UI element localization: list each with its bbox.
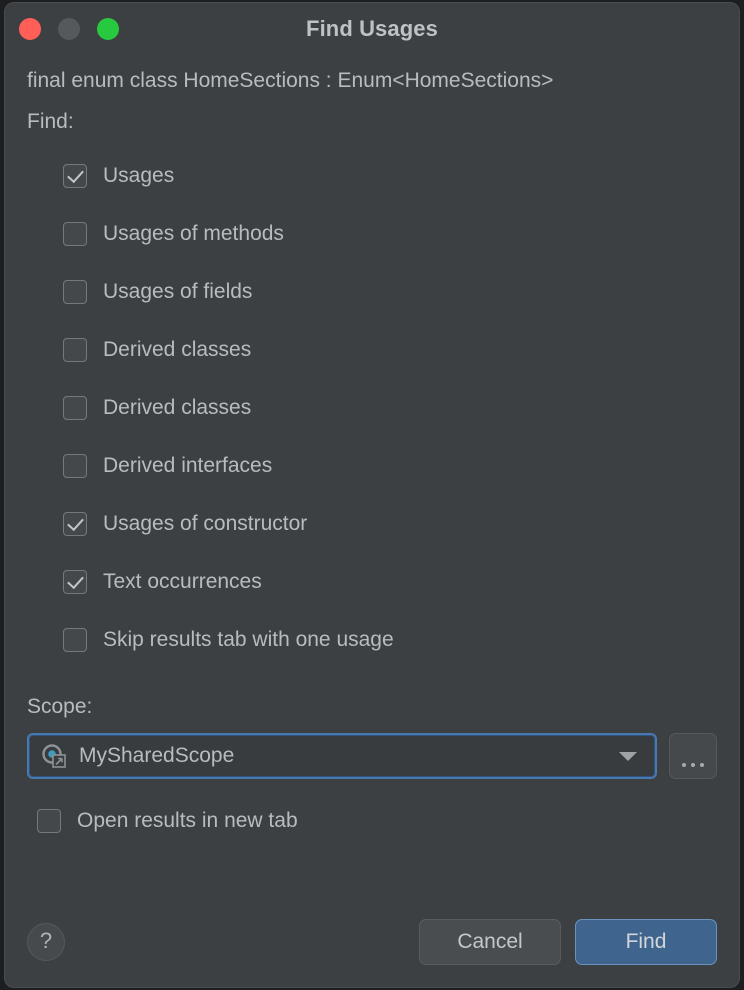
option-usages-of-constructor[interactable]: Usages of constructor <box>63 495 717 553</box>
checkbox-derived-classes-1[interactable] <box>63 338 87 362</box>
checkbox-skip-results-tab[interactable] <box>63 628 87 652</box>
option-label: Open results in new tab <box>77 809 298 833</box>
target-signature: final enum class HomeSections : Enum<Hom… <box>27 69 717 93</box>
ellipsis-dot <box>682 763 686 767</box>
checkbox-usages[interactable] <box>63 164 87 188</box>
option-label: Usages of fields <box>103 280 252 304</box>
scope-value: MySharedScope <box>79 744 619 768</box>
find-usages-dialog: Find Usages final enum class HomeSection… <box>4 2 740 988</box>
title-bar: Find Usages <box>5 3 739 55</box>
dialog-footer: ? Cancel Find <box>27 919 717 965</box>
option-open-results-in-new-tab[interactable]: Open results in new tab <box>27 809 717 833</box>
checkbox-derived-interfaces[interactable] <box>63 454 87 478</box>
option-label: Skip results tab with one usage <box>103 628 394 652</box>
checkbox-usages-of-fields[interactable] <box>63 280 87 304</box>
checkbox-usages-of-methods[interactable] <box>63 222 87 246</box>
scope-combobox[interactable]: MySharedScope <box>27 733 657 779</box>
option-label: Usages <box>103 164 174 188</box>
checkbox-usages-of-constructor[interactable] <box>63 512 87 536</box>
option-label: Derived classes <box>103 396 251 420</box>
scope-label: Scope: <box>27 695 717 719</box>
option-derived-interfaces[interactable]: Derived interfaces <box>63 437 717 495</box>
option-usages-of-fields[interactable]: Usages of fields <box>63 263 717 321</box>
option-label: Derived interfaces <box>103 454 272 478</box>
option-usages-of-methods[interactable]: Usages of methods <box>63 205 717 263</box>
find-button[interactable]: Find <box>575 919 717 965</box>
find-section-label: Find: <box>27 110 717 134</box>
checkbox-derived-classes-2[interactable] <box>63 396 87 420</box>
option-skip-results-tab[interactable]: Skip results tab with one usage <box>63 611 717 669</box>
browse-scope-button[interactable] <box>669 733 717 779</box>
option-text-occurrences[interactable]: Text occurrences <box>63 553 717 611</box>
scope-row: MySharedScope <box>27 733 717 779</box>
help-button[interactable]: ? <box>27 923 65 961</box>
find-options-list: Usages Usages of methods Usages of field… <box>27 147 717 669</box>
ellipsis-dot <box>700 763 704 767</box>
option-label: Usages of methods <box>103 222 284 246</box>
option-label: Usages of constructor <box>103 512 307 536</box>
dialog-body: final enum class HomeSections : Enum<Hom… <box>5 69 739 833</box>
chevron-down-icon[interactable] <box>619 752 637 761</box>
option-derived-classes-2[interactable]: Derived classes <box>63 379 717 437</box>
checkbox-open-results-in-new-tab[interactable] <box>37 809 61 833</box>
cancel-button[interactable]: Cancel <box>419 919 561 965</box>
checkbox-text-occurrences[interactable] <box>63 570 87 594</box>
option-label: Derived classes <box>103 338 251 362</box>
ellipsis-dot <box>691 763 695 767</box>
shared-scope-icon <box>41 743 67 769</box>
window-title: Find Usages <box>5 16 739 42</box>
option-usages[interactable]: Usages <box>63 147 717 205</box>
option-label: Text occurrences <box>103 570 262 594</box>
option-derived-classes-1[interactable]: Derived classes <box>63 321 717 379</box>
